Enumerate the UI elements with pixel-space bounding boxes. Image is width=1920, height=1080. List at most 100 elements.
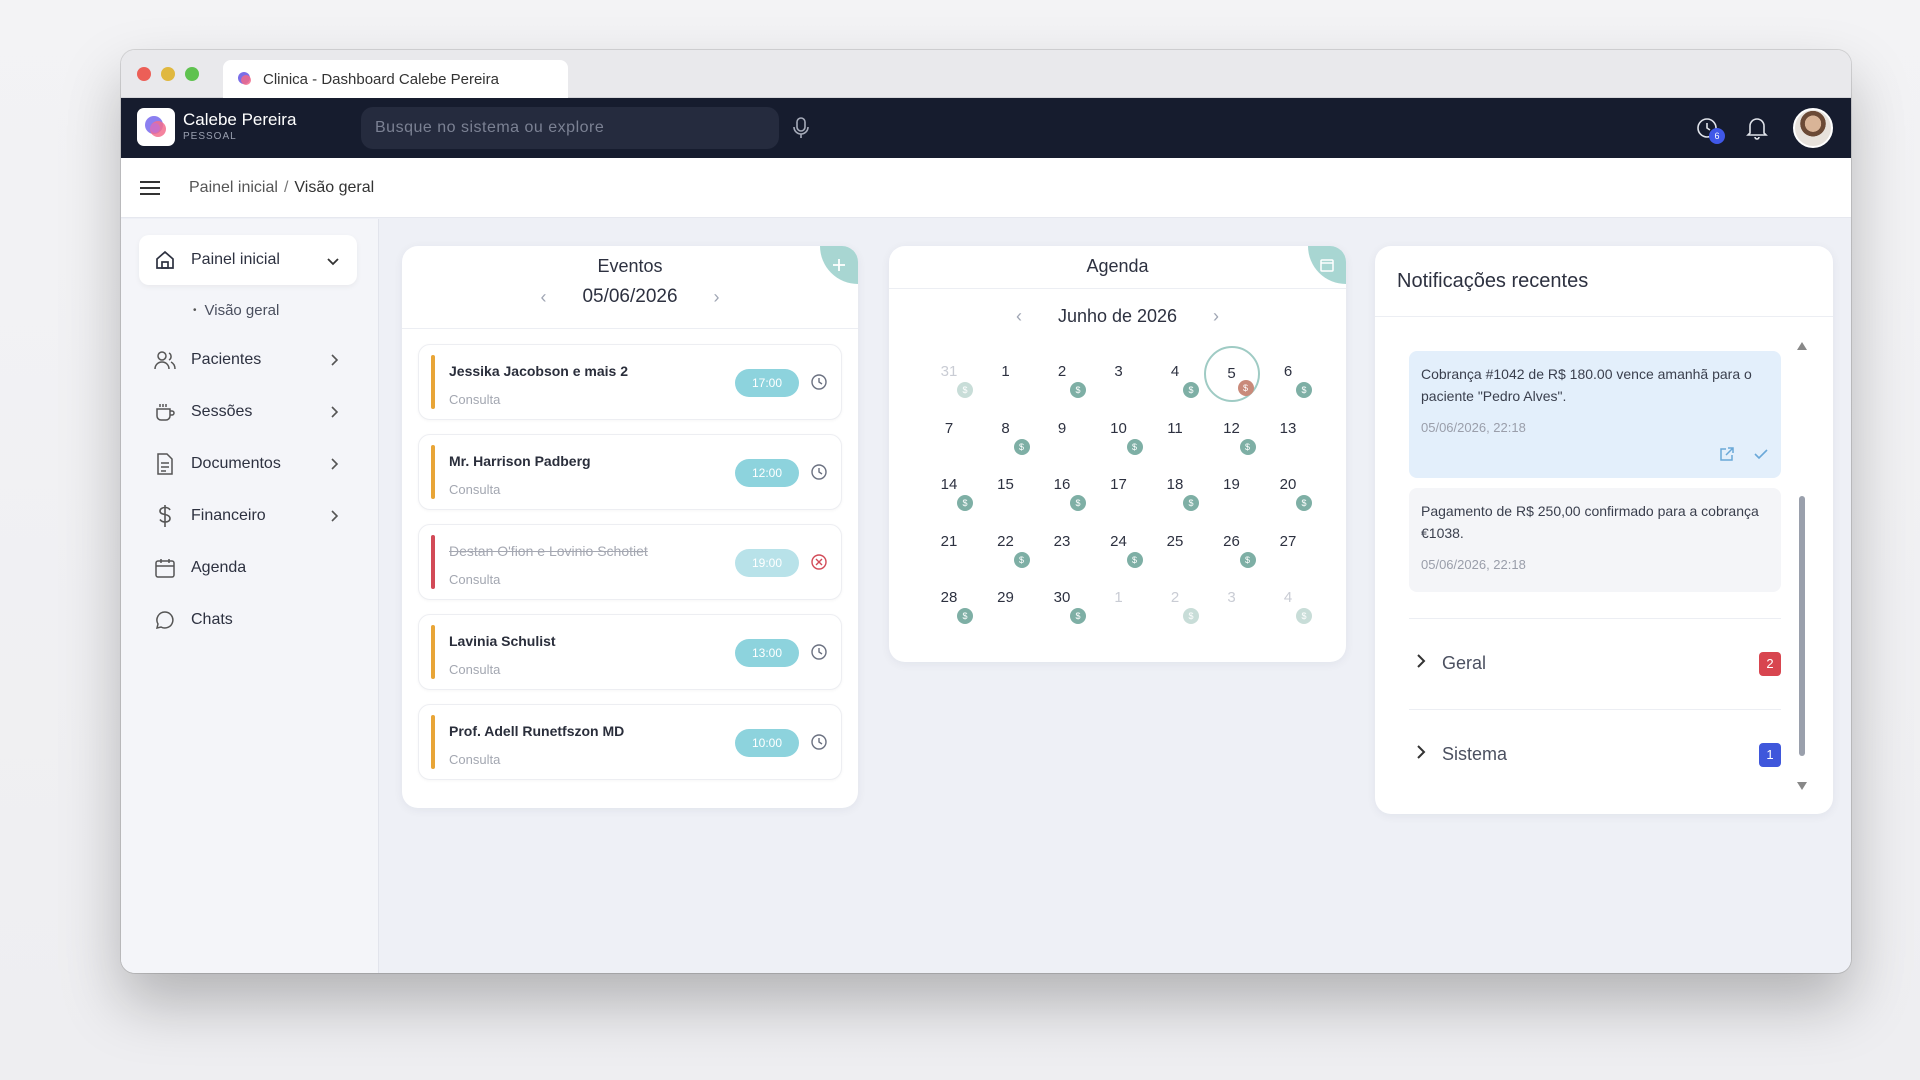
notification-item[interactable]: Cobrança #1042 de R$ 180.00 vence amanhã… xyxy=(1409,351,1781,478)
calendar-day[interactable]: 1 xyxy=(1091,572,1147,628)
breadcrumb-separator: / xyxy=(283,178,289,196)
app-bar: Calebe Pereira PESSOAL 6 xyxy=(121,98,1851,158)
sidebar-item-pacientes[interactable]: Pacientes xyxy=(139,335,357,385)
sidebar-item-documentos[interactable]: Documentos xyxy=(139,439,357,489)
minimize-window-button[interactable] xyxy=(161,67,175,81)
notifications-button[interactable] xyxy=(1743,114,1771,142)
clock-icon[interactable] xyxy=(811,464,827,485)
group-count-badge: 2 xyxy=(1759,651,1781,676)
calendar-day[interactable]: 29 xyxy=(978,572,1034,628)
notification-group-sistema[interactable]: Sistema 1 xyxy=(1409,709,1781,799)
bell-icon xyxy=(1746,118,1768,140)
sidebar-item-financeiro[interactable]: Financeiro xyxy=(139,491,357,541)
maximize-window-button[interactable] xyxy=(185,67,199,81)
sidebar-subitem-visao-geral[interactable]: Visão geral xyxy=(193,302,280,319)
events-date: 05/06/2026 xyxy=(582,286,678,307)
scroll-down-icon[interactable] xyxy=(1797,782,1807,790)
calendar-day-number: 9 xyxy=(1057,419,1067,437)
event-item[interactable]: Jessika Jacobson e mais 2 Consulta 17:00 xyxy=(418,344,842,420)
calendar-day[interactable]: 7 xyxy=(921,403,977,459)
calendar-day[interactable]: 30 $ xyxy=(1034,572,1090,628)
scroll-up-icon[interactable] xyxy=(1797,342,1807,350)
calendar-day[interactable]: 8 $ xyxy=(978,403,1034,459)
calendar-day-number: 1 xyxy=(1001,363,1010,380)
calendar-day[interactable]: 11 xyxy=(1147,403,1203,459)
calendar-day[interactable]: 22 $ xyxy=(978,516,1034,572)
payment-dot-icon: $ xyxy=(1126,438,1143,455)
next-month-button[interactable]: › xyxy=(1213,306,1219,327)
calendar-day[interactable]: 14 $ xyxy=(921,459,977,515)
calendar-day-number: 4 xyxy=(1283,589,1293,606)
calendar-day[interactable]: 10 $ xyxy=(1091,403,1147,459)
clock-icon[interactable] xyxy=(811,374,827,395)
menu-icon[interactable] xyxy=(140,180,160,201)
calendar-day-number: 2 xyxy=(1170,589,1180,606)
calendar-day[interactable]: 1 xyxy=(978,346,1034,402)
breadcrumb-current: Visão geral xyxy=(294,178,375,196)
calendar-day[interactable]: 2 $ xyxy=(1147,572,1203,628)
calendar-day[interactable]: 20 $ xyxy=(1260,459,1316,515)
history-button[interactable]: 6 xyxy=(1693,114,1725,144)
sidebar-item-agenda[interactable]: Agenda xyxy=(139,543,357,593)
calendar-day[interactable]: 3 xyxy=(1091,346,1147,402)
calendar-day[interactable]: 3 xyxy=(1204,572,1260,628)
calendar-day-today[interactable]: 5 $ xyxy=(1203,346,1260,402)
close-window-button[interactable] xyxy=(137,67,151,81)
calendar-day[interactable]: 12 $ xyxy=(1204,403,1260,459)
sidebar-item-chats[interactable]: Chats xyxy=(139,595,357,645)
notification-actions xyxy=(1719,446,1769,468)
cancel-icon[interactable] xyxy=(811,554,827,575)
calendar-day[interactable]: 26 $ xyxy=(1204,516,1260,572)
calendar-day[interactable]: 23 xyxy=(1034,516,1090,572)
calendar-day[interactable]: 31 $ xyxy=(921,346,977,402)
calendar-day[interactable]: 16 $ xyxy=(1034,459,1090,515)
calendar-day[interactable]: 15 xyxy=(978,459,1034,515)
calendar-day[interactable]: 4 $ xyxy=(1260,572,1316,628)
prev-month-button[interactable]: ‹ xyxy=(1016,306,1022,327)
cup-icon xyxy=(153,400,177,424)
calendar-day[interactable]: 27 xyxy=(1260,516,1316,572)
calendar-day[interactable]: 18 $ xyxy=(1147,459,1203,515)
calendar-day[interactable]: 9 xyxy=(1034,403,1090,459)
avatar[interactable] xyxy=(1793,108,1833,148)
breadcrumb-root[interactable]: Painel inicial xyxy=(189,179,278,196)
next-day-button[interactable]: › xyxy=(714,287,720,308)
calendar-day[interactable]: 28 $ xyxy=(921,572,977,628)
calendar-day[interactable]: 13 xyxy=(1260,403,1316,459)
search-input[interactable] xyxy=(361,107,779,149)
payment-dot-icon: $ xyxy=(1296,608,1312,624)
sidebar-item-sessoes[interactable]: Sessões xyxy=(139,387,357,437)
calendar-day[interactable]: 25 xyxy=(1147,516,1203,572)
scrollbar-thumb[interactable] xyxy=(1799,496,1805,756)
event-name: Destan O'fion e Lovinio Schotiet xyxy=(449,543,648,559)
calendar-day[interactable]: 19 xyxy=(1204,459,1260,515)
event-type: Consulta xyxy=(449,482,501,497)
calendar-day[interactable]: 21 xyxy=(921,516,977,572)
calendar-day[interactable]: 24 $ xyxy=(1091,516,1147,572)
external-link-icon[interactable] xyxy=(1719,446,1735,468)
app-logo-icon xyxy=(238,72,251,85)
calendar-icon xyxy=(153,556,177,580)
check-icon[interactable] xyxy=(1753,446,1769,468)
event-item[interactable]: Mr. Harrison Padberg Consulta 12:00 xyxy=(418,434,842,510)
calendar-day[interactable]: 2 $ xyxy=(1034,346,1090,402)
notifications-scrollbar[interactable] xyxy=(1797,342,1807,790)
microphone-icon[interactable] xyxy=(792,116,810,145)
browser-tab[interactable]: Clinica - Dashboard Calebe Pereira xyxy=(223,60,568,98)
event-type: Consulta xyxy=(449,752,501,767)
calendar-day[interactable]: 6 $ xyxy=(1260,346,1316,402)
calendar-day[interactable]: 4 $ xyxy=(1147,346,1203,402)
event-item[interactable]: Prof. Adell Runetfszon MD Consulta 10:00 xyxy=(418,704,842,780)
sidebar-item-painel-inicial[interactable]: Painel inicial xyxy=(139,235,357,285)
notification-item[interactable]: Pagamento de R$ 250,00 confirmado para a… xyxy=(1409,488,1781,592)
event-item[interactable]: Lavinia Schulist Consulta 13:00 xyxy=(418,614,842,690)
payment-dot-icon: $ xyxy=(957,495,973,511)
clock-icon[interactable] xyxy=(811,734,827,755)
event-item[interactable]: Destan O'fion e Lovinio Schotiet Consulta… xyxy=(418,524,842,600)
prev-day-button[interactable]: ‹ xyxy=(540,287,546,308)
app-logo[interactable] xyxy=(137,108,175,146)
calendar-day-number: 7 xyxy=(944,419,954,437)
calendar-day[interactable]: 17 xyxy=(1091,459,1147,515)
clock-icon[interactable] xyxy=(811,644,827,665)
notification-group-geral[interactable]: Geral 2 xyxy=(1409,618,1781,708)
